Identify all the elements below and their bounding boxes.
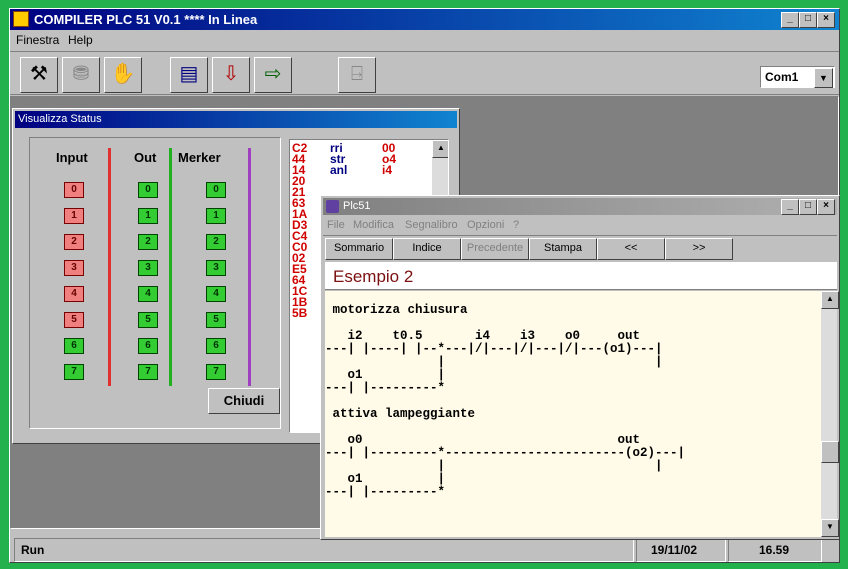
input-indicator-4: 4 <box>64 286 84 302</box>
hand-icon[interactable]: ✋ <box>104 57 142 93</box>
help-window-title: Plc51 <box>343 200 371 212</box>
input-indicator-1: 1 <box>64 208 84 224</box>
out-indicator-4: 4 <box>138 286 158 302</box>
io-panel: Input Out Merker 0 0 0 1 1 1 2 2 2 3 3 3 4 4 4 5 5 5 6 6 6 7 7… <box>29 137 281 429</box>
status-date-cell: 19/11/02 <box>636 538 726 562</box>
help-app-icon <box>326 200 339 213</box>
merker-divider <box>248 148 251 386</box>
out-column-header: Out <box>134 150 157 165</box>
input-indicator-3: 3 <box>64 260 84 276</box>
listing-args: 00 o4 i4 <box>382 142 396 177</box>
merker-indicator-3: 3 <box>206 260 226 276</box>
download-icon[interactable]: ⇩ <box>212 57 250 93</box>
chiudi-button[interactable]: Chiudi <box>208 388 280 414</box>
help-menu-bar: File Modifica Segnalibro Opzioni ? <box>323 216 837 234</box>
input-indicator-2: 2 <box>64 234 84 250</box>
listing-ops: rri str anl <box>330 142 348 177</box>
stampa-button[interactable]: Stampa <box>529 238 597 260</box>
help-button-row: Sommario Indice Precedente Stampa << >> <box>323 235 837 260</box>
merker-indicator-2: 2 <box>206 234 226 250</box>
out-indicator-7: 7 <box>138 364 158 380</box>
help-window: Plc51 _ □ × File Modifica Segnalibro Opz… <box>320 195 840 540</box>
status-date: 19/11/02 <box>651 543 698 557</box>
input-indicator-5: 5 <box>64 312 84 328</box>
title-bar[interactable]: COMPILER PLC 51 V0.1 **** In Linea _ □ × <box>10 9 839 30</box>
input-indicator-6: 6 <box>64 338 84 354</box>
input-indicator-0: 0 <box>64 182 84 198</box>
out-indicator-2: 2 <box>138 234 158 250</box>
out-indicator-1: 1 <box>138 208 158 224</box>
listing-codes: C2 44 14 20 21 63 1A D3 C4 C0 02 E5 64 1C 1B 5B <box>292 142 308 320</box>
listing-line: 5B <box>292 306 308 320</box>
out-indicator-6: 6 <box>138 338 158 354</box>
scroll-up-icon[interactable]: ▲ <box>821 291 839 309</box>
scroll-up-icon[interactable]: ▲ <box>432 140 448 158</box>
exit-door-icon[interactable]: ⍈ <box>338 57 376 93</box>
merker-indicator-5: 5 <box>206 312 226 328</box>
merker-indicator-4: 4 <box>206 286 226 302</box>
merker-indicator-1: 1 <box>206 208 226 224</box>
help-heading-bar: Esempio 2 <box>325 262 837 290</box>
merker-indicator-0: 0 <box>206 182 226 198</box>
browse-back-button[interactable]: << <box>597 238 665 260</box>
editor-icon[interactable]: ▤ <box>170 57 208 93</box>
precedente-button[interactable]: Precedente <box>461 238 529 260</box>
port-value: Com1 <box>765 70 799 84</box>
tools-icon[interactable]: ⚒ <box>20 57 58 93</box>
help-menu-file[interactable]: File <box>327 219 345 231</box>
ladder-diagram: motorizza chiusura i2 t0.5 i4 i3 o0 out … <box>325 303 686 499</box>
help-close-button[interactable]: × <box>817 199 835 215</box>
status-time: 16.59 <box>759 543 790 557</box>
help-menu-modifica[interactable]: Modifica <box>353 219 394 231</box>
status-window-title: Visualizza Status <box>18 113 102 125</box>
help-content: motorizza chiusura i2 t0.5 i4 i3 o0 out … <box>325 291 821 537</box>
help-maximize-button[interactable]: □ <box>799 199 817 215</box>
out-indicator-3: 3 <box>138 260 158 276</box>
indice-button[interactable]: Indice <box>393 238 461 260</box>
browse-forward-button[interactable]: >> <box>665 238 733 260</box>
sommario-button[interactable]: Sommario <box>325 238 393 260</box>
help-title-bar[interactable]: Plc51 _ □ × <box>323 198 837 215</box>
help-scrollbar[interactable]: ▲ ▼ <box>821 291 839 537</box>
help-heading: Esempio 2 <box>333 267 414 286</box>
scroll-thumb[interactable] <box>821 441 839 463</box>
close-button[interactable]: × <box>817 12 835 28</box>
port-select[interactable]: Com1 ▼ <box>760 66 835 88</box>
status-mode: Run <box>21 543 45 557</box>
input-indicator-7: 7 <box>64 364 84 380</box>
help-menu-opzioni[interactable]: Opzioni <box>467 219 504 231</box>
chevron-down-icon[interactable]: ▼ <box>814 68 833 88</box>
help-menu-segnalibro[interactable]: Segnalibro <box>405 219 458 231</box>
out-indicator-5: 5 <box>138 312 158 328</box>
menu-help[interactable]: Help <box>68 33 93 47</box>
help-menu-help[interactable]: ? <box>513 219 519 231</box>
menu-bar: Finestra Help <box>10 30 839 50</box>
merker-indicator-7: 7 <box>206 364 226 380</box>
input-divider <box>108 148 111 386</box>
app-icon <box>13 11 29 27</box>
toolbar: ⚒ ⛃ ✋ ▤ ⇩ ⇨ ⍈ <box>10 51 839 95</box>
minimize-button[interactable]: _ <box>781 12 799 28</box>
stamp-icon[interactable]: ⛃ <box>62 57 100 93</box>
merker-indicator-6: 6 <box>206 338 226 354</box>
listing-line: anl <box>330 163 348 177</box>
out-indicator-0: 0 <box>138 182 158 198</box>
upload-icon[interactable]: ⇨ <box>254 57 292 93</box>
out-divider <box>169 148 172 386</box>
status-mode-cell: Run <box>14 538 634 562</box>
help-minimize-button[interactable]: _ <box>781 199 799 215</box>
merker-column-header: Merker <box>178 150 221 165</box>
listing-line: i4 <box>382 163 393 177</box>
status-window-title-bar[interactable]: Visualizza Status <box>15 111 457 128</box>
maximize-button[interactable]: □ <box>799 12 817 28</box>
scroll-down-icon[interactable]: ▼ <box>821 519 839 537</box>
input-column-header: Input <box>56 150 88 165</box>
app-title: COMPILER PLC 51 V0.1 **** In Linea <box>34 12 258 27</box>
menu-finestra[interactable]: Finestra <box>16 33 59 47</box>
status-time-cell: 16.59 <box>728 538 822 562</box>
